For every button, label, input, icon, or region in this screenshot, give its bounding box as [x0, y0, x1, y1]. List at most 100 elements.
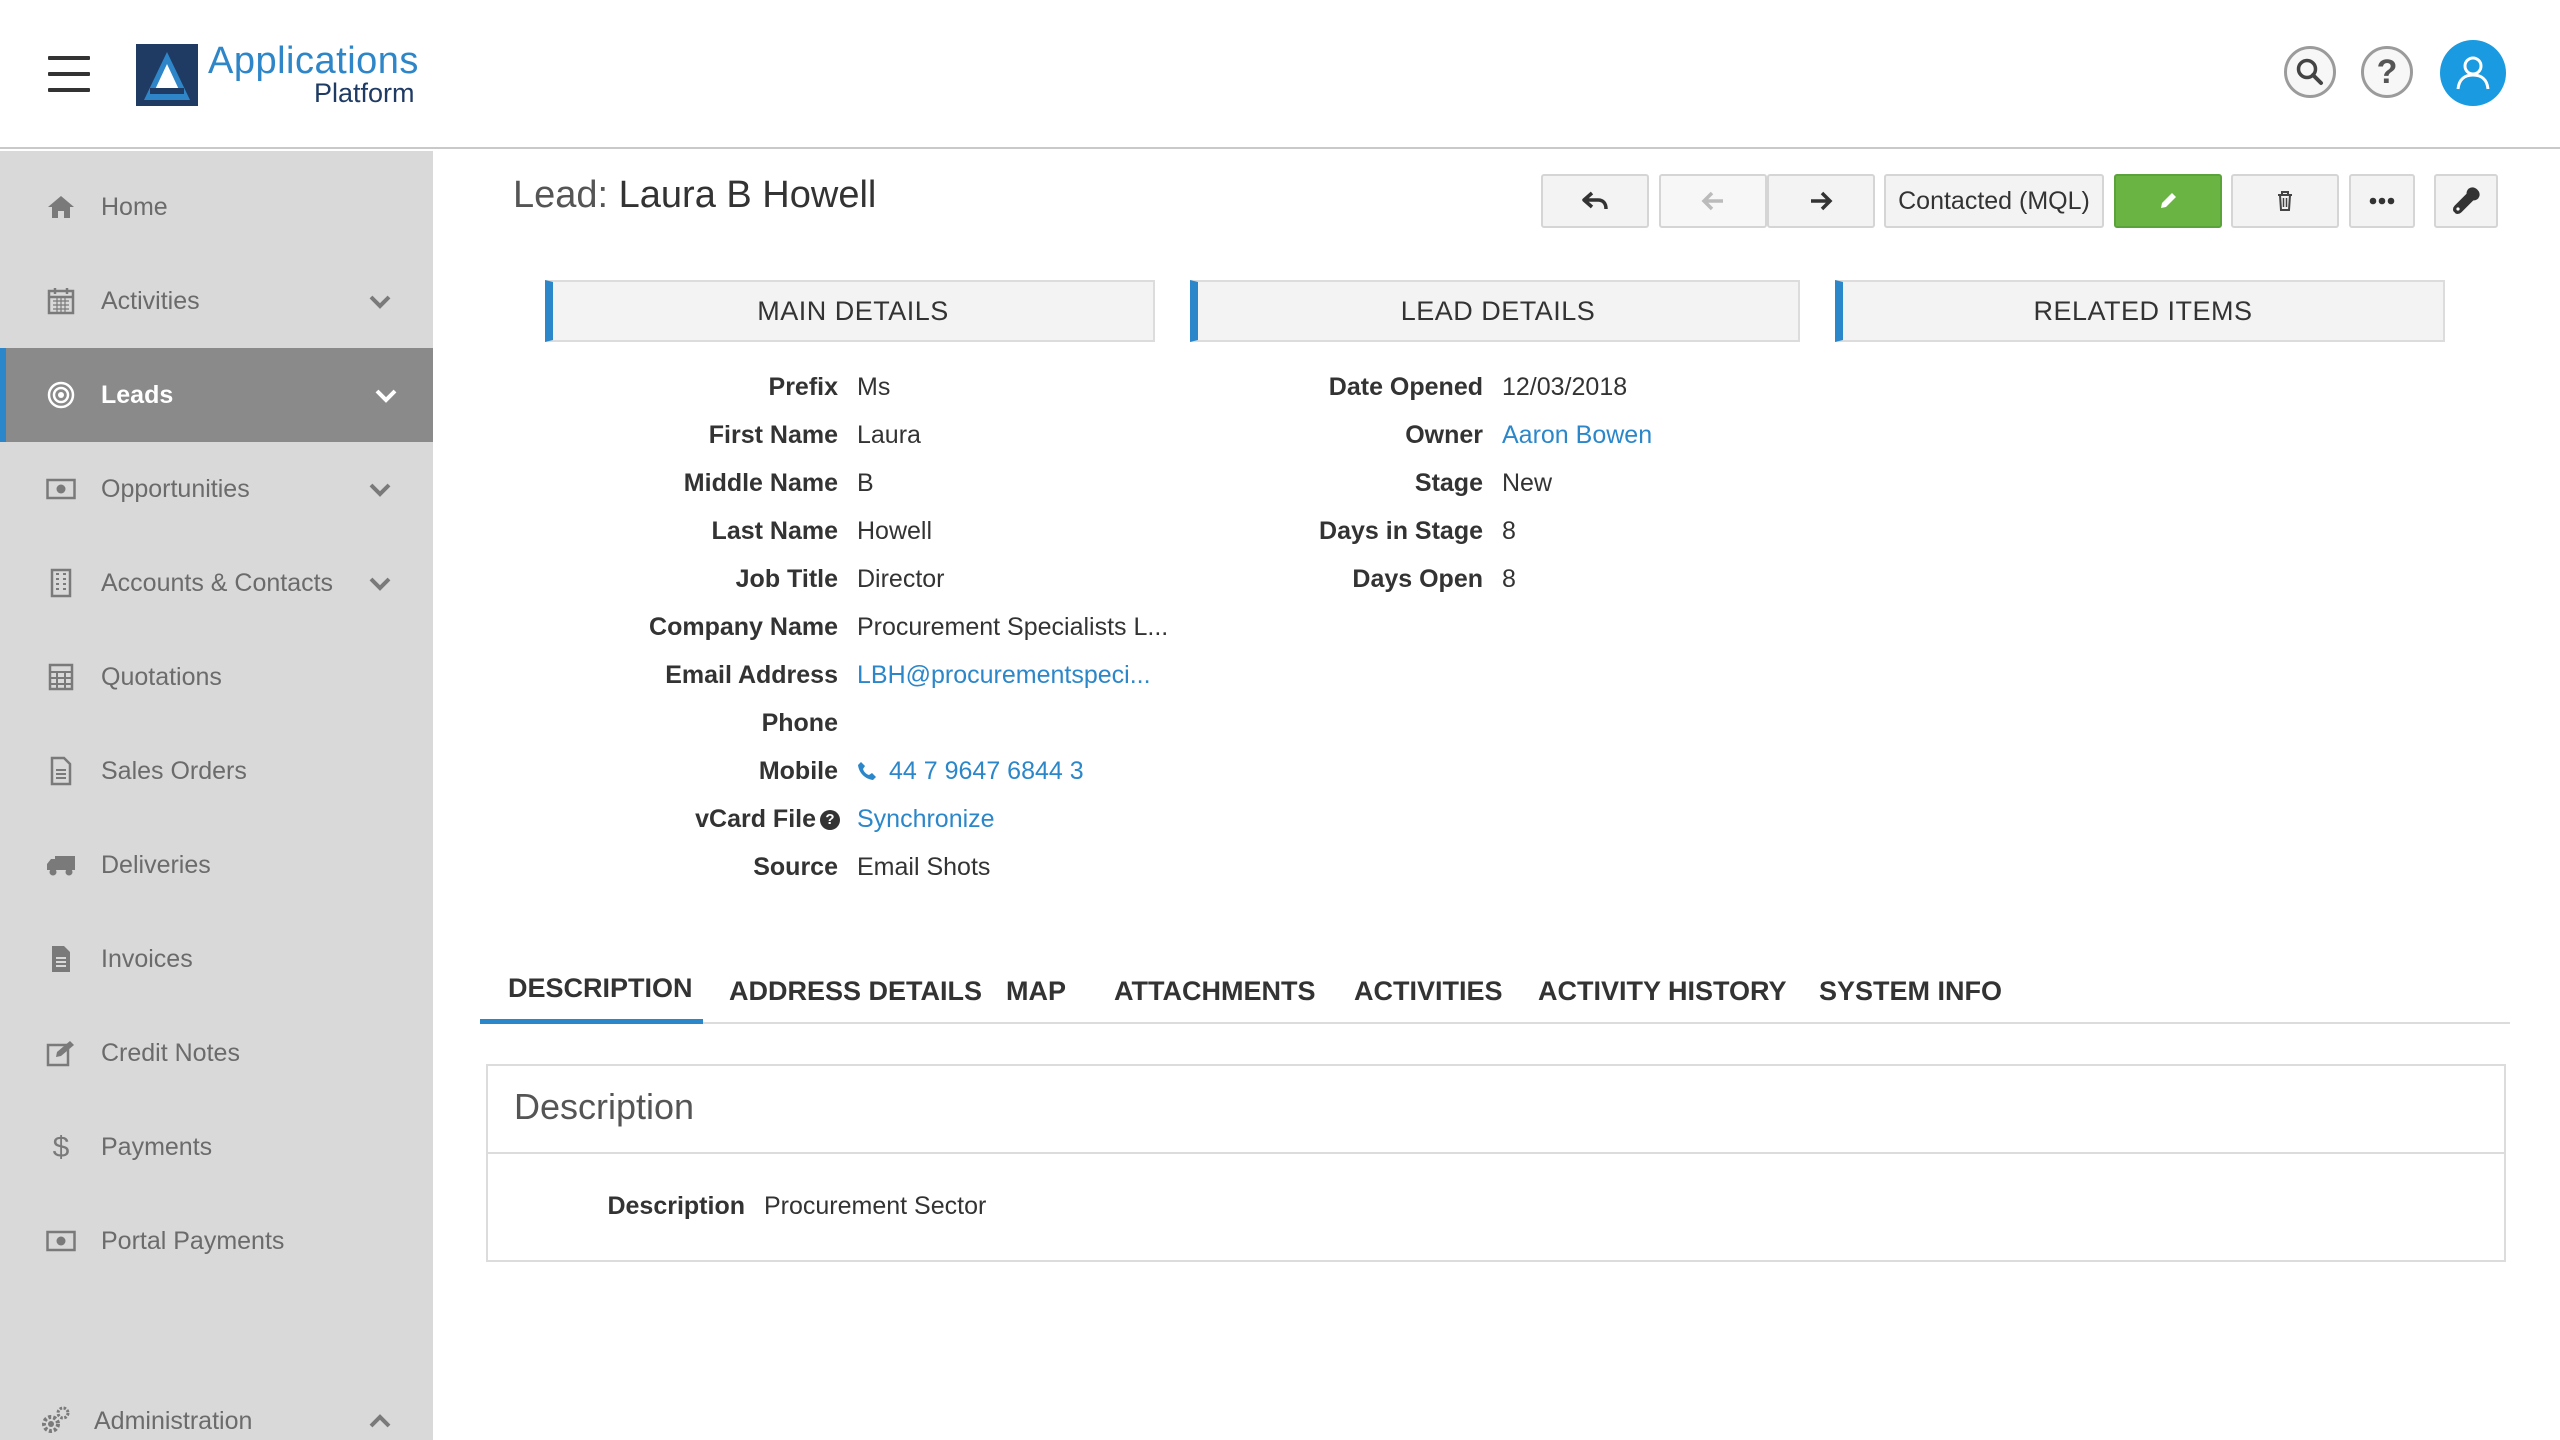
sidebar-item-leads[interactable]: Leads [0, 348, 433, 442]
settings-button[interactable] [2434, 174, 2498, 228]
sidebar-item-label: Quotations [101, 662, 222, 691]
sidebar-item-portal-payments[interactable]: Portal Payments [0, 1194, 433, 1288]
tab-system-info[interactable]: SYSTEM INFO [1819, 958, 2002, 1024]
field-value[interactable]: Aaron Bowen [1502, 421, 1652, 450]
arrow-left-icon [1701, 191, 1723, 211]
chevron-up-icon[interactable] [366, 1407, 394, 1435]
user-avatar[interactable] [2440, 40, 2506, 106]
calendar-icon [44, 284, 78, 318]
field-label: Source [753, 853, 838, 881]
sidebar-item-label: Administration [94, 1406, 253, 1435]
trash-icon [2278, 191, 2292, 211]
lead-status-button[interactable]: Contacted (MQL) [1884, 174, 2104, 228]
sidebar-item-credit-notes[interactable]: Credit Notes [0, 1006, 433, 1100]
page-title-name: Laura B Howell [618, 174, 877, 216]
question-circle-icon[interactable]: ? [820, 810, 840, 830]
field-label: Prefix [768, 373, 838, 401]
field-label: Stage [1414, 469, 1483, 497]
sidebar-item-payments[interactable]: $ Payments [0, 1100, 433, 1194]
section-main-details[interactable]: MAIN DETAILS [545, 280, 1155, 342]
sidebar-item-label: Accounts & Contacts [101, 568, 334, 597]
logo-title: Applications [208, 40, 419, 82]
sidebar-item-invoices[interactable]: Invoices [0, 912, 433, 1006]
field-value: 12/03/2018 [1502, 373, 1628, 401]
edit-button[interactable] [2114, 174, 2222, 228]
field-label: vCard File [695, 805, 816, 833]
field-label: Email Address [665, 661, 838, 689]
delete-button[interactable] [2231, 174, 2339, 228]
back-button[interactable] [1541, 174, 1649, 228]
page-title-prefix: Lead: [513, 174, 609, 216]
search-icon [2296, 58, 2323, 85]
search-button[interactable] [2284, 46, 2336, 98]
field-value: 8 [1502, 517, 1516, 545]
ellipsis-icon [2369, 197, 2395, 205]
mobile-number[interactable]: 44 7 9647 6844 3 [889, 757, 1084, 785]
section-lead-details[interactable]: LEAD DETAILS [1190, 280, 1800, 342]
field-value: New [1502, 469, 1553, 497]
next-record-button[interactable] [1767, 174, 1875, 228]
tab-activity-history[interactable]: ACTIVITY HISTORY [1538, 958, 1787, 1024]
document-icon [44, 754, 78, 788]
field-value[interactable]: LBH@procurementspeci... [857, 661, 1151, 690]
sidebar-item-label: Leads [101, 380, 174, 409]
sidebar-item-label: Portal Payments [101, 1226, 285, 1255]
field-label: Owner [1405, 421, 1483, 449]
description-panel-header: Description [488, 1066, 2504, 1154]
help-icon: ? [2376, 52, 2398, 91]
sidebar: Home Activities Leads Opportunities Accounts… [0, 151, 433, 1440]
top-bar: Applications Platform ? [0, 0, 2560, 149]
sidebar-item-administration[interactable]: Administration [0, 1374, 433, 1440]
logo-mark-icon [136, 44, 198, 106]
hamburger-menu-icon[interactable] [48, 56, 90, 92]
field-value: Laura [857, 421, 921, 449]
chevron-down-icon[interactable] [372, 381, 400, 409]
field-label: Days Open [1352, 565, 1483, 593]
previous-record-button[interactable] [1659, 174, 1767, 228]
field-value: Email Shots [857, 853, 991, 881]
wrench-icon [2453, 187, 2480, 214]
more-actions-button[interactable] [2349, 174, 2415, 228]
tab-map[interactable]: MAP [1006, 958, 1066, 1024]
tab-activities[interactable]: ACTIVITIES [1354, 958, 1503, 1024]
tab-attachments[interactable]: ATTACHMENTS [1114, 958, 1315, 1024]
user-icon [2456, 56, 2490, 90]
sidebar-item-accounts-contacts[interactable]: Accounts & Contacts [0, 536, 433, 630]
reply-icon [1582, 191, 1608, 210]
field-label: Date Opened [1328, 373, 1483, 401]
field-value: 8 [1502, 565, 1516, 593]
field-value[interactable]: Synchronize [857, 805, 995, 834]
field-label: Phone [761, 709, 838, 737]
sidebar-item-label: Home [101, 192, 168, 221]
section-related-items[interactable]: RELATED ITEMS [1835, 280, 2445, 342]
app-logo[interactable]: Applications Platform [136, 40, 436, 110]
chevron-down-icon[interactable] [366, 475, 394, 503]
field-label: First Name [708, 421, 838, 449]
chevron-down-icon[interactable] [366, 287, 394, 315]
sidebar-item-deliveries[interactable]: Deliveries [0, 818, 433, 912]
tab-address-details[interactable]: ADDRESS DETAILS [729, 958, 982, 1024]
sidebar-item-label: Sales Orders [101, 756, 247, 785]
sidebar-item-activities[interactable]: Activities [0, 254, 433, 348]
help-button[interactable]: ? [2361, 46, 2413, 98]
tab-description[interactable]: DESCRIPTION [480, 958, 703, 1024]
sidebar-item-quotations[interactable]: Quotations [0, 630, 433, 724]
sidebar-item-label: Opportunities [101, 474, 250, 503]
field-value[interactable]: 44 7 9647 6844 3 [857, 757, 1084, 786]
sidebar-item-label: Invoices [101, 944, 193, 973]
field-label: Days in Stage [1319, 517, 1483, 545]
sidebar-item-opportunities[interactable]: Opportunities [0, 442, 433, 536]
sidebar-item-label: Credit Notes [101, 1038, 240, 1067]
description-panel: Description Description Procurement Sect… [486, 1064, 2506, 1262]
sidebar-item-sales-orders[interactable]: Sales Orders [0, 724, 433, 818]
phone-icon [857, 757, 889, 785]
field-value: Procurement Specialists L... [857, 613, 1169, 641]
sidebar-item-home[interactable]: Home [0, 160, 433, 254]
logo-subtitle: Platform [314, 78, 415, 108]
arrow-right-icon [1811, 191, 1833, 211]
sidebar-item-label: Activities [101, 286, 200, 315]
chevron-down-icon[interactable] [366, 569, 394, 597]
dollar-icon: $ [44, 1130, 78, 1164]
target-icon [44, 378, 78, 412]
edit-icon [44, 1036, 78, 1070]
